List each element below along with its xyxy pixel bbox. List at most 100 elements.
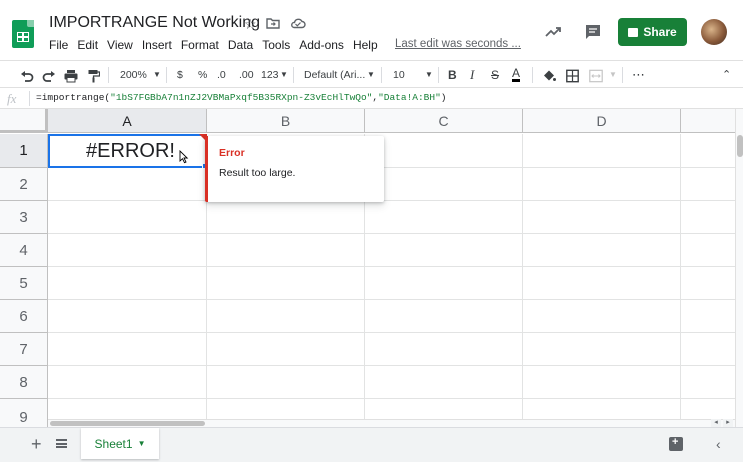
grid-cell[interactable] <box>365 234 523 267</box>
grid-cell[interactable] <box>48 201 207 234</box>
grid-cell[interactable] <box>207 300 365 333</box>
all-sheets-icon[interactable] <box>56 439 67 448</box>
grid-cell[interactable] <box>523 134 681 168</box>
add-sheet-button[interactable]: + <box>31 434 42 454</box>
grid-cell[interactable] <box>681 134 735 168</box>
grid-cell[interactable] <box>681 267 735 300</box>
sheet-tab-dropdown-icon[interactable]: ▼ <box>138 439 146 448</box>
menu-edit[interactable]: Edit <box>77 38 98 54</box>
grid-cell[interactable] <box>365 134 523 168</box>
grid-cell[interactable] <box>365 333 523 366</box>
text-color-button[interactable]: A <box>512 67 521 82</box>
font-dropdown-icon[interactable]: ▼ <box>367 67 375 83</box>
menu-view[interactable]: View <box>107 38 133 54</box>
grid-cell[interactable] <box>681 168 735 201</box>
grid-cell[interactable] <box>207 234 365 267</box>
formula-input[interactable]: =importrange("1bS7FGBbA7n1nZJ2VBMaPxqf5B… <box>36 92 447 103</box>
print-icon[interactable] <box>64 68 78 84</box>
side-panel-collapse-icon[interactable]: ‹ <box>716 436 721 452</box>
currency-format-button[interactable]: $ <box>177 67 183 83</box>
grid-cell[interactable] <box>207 267 365 300</box>
grid-cell[interactable] <box>681 333 735 366</box>
italic-button[interactable]: I <box>470 67 474 83</box>
horizontal-scrollbar[interactable] <box>48 419 735 427</box>
last-edit-link[interactable]: Last edit was seconds ... <box>395 38 521 50</box>
row-header-4[interactable]: 4 <box>0 234 48 267</box>
column-header-b[interactable]: B <box>207 109 365 133</box>
grid-cell[interactable] <box>48 267 207 300</box>
grid-cell[interactable] <box>523 333 681 366</box>
row-header-3[interactable]: 3 <box>0 201 48 234</box>
merge-cells-icon[interactable] <box>589 68 603 84</box>
borders-icon[interactable] <box>566 68 579 84</box>
font-size-dropdown-icon[interactable]: ▼ <box>425 67 433 83</box>
more-formats-dropdown-icon[interactable]: ▼ <box>280 67 288 83</box>
star-icon[interactable]: ☆ <box>244 16 257 32</box>
sheet-tab-sheet1[interactable]: Sheet1 ▼ <box>81 428 159 459</box>
grid-cell[interactable] <box>48 234 207 267</box>
menu-addons[interactable]: Add-ons <box>299 38 344 54</box>
grid-cell[interactable] <box>207 333 365 366</box>
grid-cell[interactable] <box>523 366 681 399</box>
grid-cell[interactable] <box>365 201 523 234</box>
strikethrough-button[interactable]: S <box>491 67 499 83</box>
grid-cell[interactable] <box>681 234 735 267</box>
grid-cell[interactable] <box>523 201 681 234</box>
select-all-corner[interactable] <box>0 109 48 133</box>
sheets-logo-icon[interactable] <box>12 20 34 48</box>
grid-cell[interactable] <box>207 366 365 399</box>
column-header-e[interactable] <box>681 109 735 133</box>
row-header-1[interactable]: 1 <box>0 134 48 168</box>
row-header-5[interactable]: 5 <box>0 267 48 300</box>
grid-cell[interactable] <box>365 267 523 300</box>
vertical-scrollbar[interactable] <box>735 109 743 427</box>
font-select[interactable]: Default (Ari... <box>304 67 365 83</box>
grid-cell[interactable] <box>48 168 207 201</box>
grid-cell[interactable] <box>523 267 681 300</box>
grid-cell[interactable] <box>365 366 523 399</box>
bold-button[interactable]: B <box>448 67 457 83</box>
font-size-select[interactable]: 10 <box>393 67 405 83</box>
cloud-status-icon[interactable] <box>290 16 306 32</box>
grid-cell[interactable] <box>681 201 735 234</box>
grid-cell[interactable] <box>48 366 207 399</box>
horizontal-scroll-thumb[interactable] <box>50 421 205 426</box>
more-formats-button[interactable]: 123 <box>261 67 279 83</box>
merge-dropdown-icon[interactable]: ▼ <box>609 67 617 83</box>
percent-format-button[interactable]: % <box>198 67 207 83</box>
grid-cell[interactable] <box>523 168 681 201</box>
menu-file[interactable]: File <box>49 38 68 54</box>
share-button[interactable]: Share <box>618 18 687 46</box>
folder-move-icon[interactable] <box>266 16 280 32</box>
menu-insert[interactable]: Insert <box>142 38 172 54</box>
row-header-2[interactable]: 2 <box>0 168 48 201</box>
column-header-c[interactable]: C <box>365 109 523 133</box>
fill-color-icon[interactable] <box>542 68 556 84</box>
row-header-6[interactable]: 6 <box>0 300 48 333</box>
paint-format-icon[interactable] <box>88 68 100 84</box>
grid-cell[interactable] <box>523 300 681 333</box>
menu-help[interactable]: Help <box>353 38 378 54</box>
column-header-a[interactable]: A <box>48 109 207 133</box>
menu-data[interactable]: Data <box>228 38 253 54</box>
grid-cell[interactable] <box>207 201 365 234</box>
grid-cell[interactable] <box>523 234 681 267</box>
grid-cell[interactable] <box>365 168 523 201</box>
scroll-right-icon[interactable]: ▸ <box>723 419 733 427</box>
grid-cell[interactable] <box>681 366 735 399</box>
comment-icon[interactable] <box>585 24 601 40</box>
redo-icon[interactable] <box>42 68 56 84</box>
explore-icon[interactable] <box>669 436 683 451</box>
scroll-left-icon[interactable]: ◂ <box>711 419 721 427</box>
vertical-scroll-thumb[interactable] <box>737 135 743 157</box>
collapse-menus-icon[interactable]: ⌃ <box>722 67 731 83</box>
row-header-7[interactable]: 7 <box>0 333 48 366</box>
zoom-select[interactable]: 200% <box>120 67 147 83</box>
menu-tools[interactable]: Tools <box>262 38 290 54</box>
decrease-decimals-button[interactable]: .0 <box>217 67 226 83</box>
grid-cell[interactable] <box>48 300 207 333</box>
undo-icon[interactable] <box>20 68 34 84</box>
increase-decimals-button[interactable]: .00 <box>239 67 254 83</box>
zoom-dropdown-icon[interactable]: ▼ <box>153 67 161 83</box>
more-options-icon[interactable]: ⋯ <box>632 67 645 83</box>
